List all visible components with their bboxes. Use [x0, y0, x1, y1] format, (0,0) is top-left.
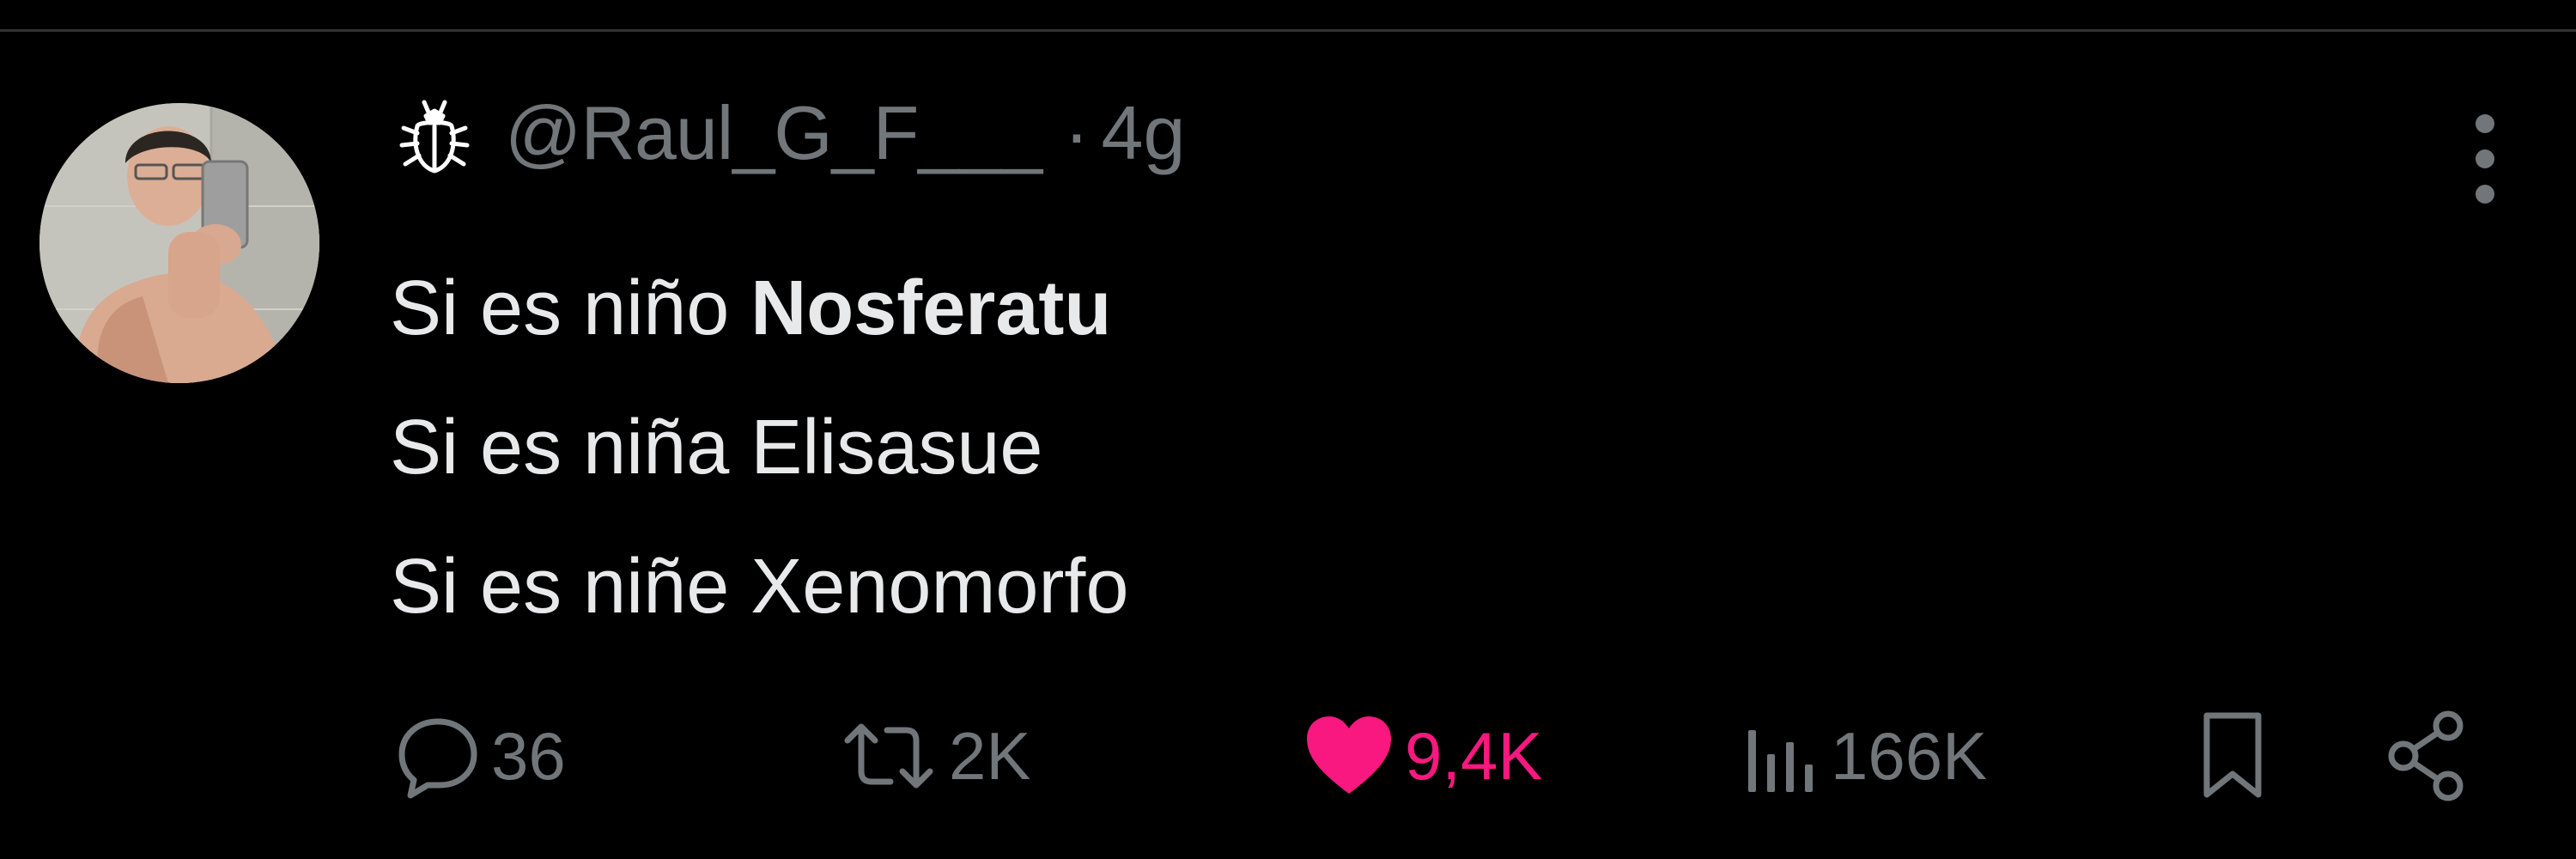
views-count: 166K [1831, 717, 1988, 794]
tweet-timestamp[interactable]: 4g [1102, 89, 1186, 177]
retweet-icon [844, 723, 933, 789]
heart-icon [1307, 716, 1391, 794]
header-separator: · [1064, 90, 1090, 175]
beetle-icon [392, 90, 477, 176]
views-button[interactable]: 166K [1743, 704, 1987, 807]
avatar[interactable] [39, 103, 319, 383]
tweet-line-2: Si es niña Elisasue [390, 378, 2365, 517]
reply-icon [398, 718, 477, 799]
bookmark-button[interactable] [2198, 704, 2267, 807]
retweet-button[interactable]: 2K [837, 704, 1030, 807]
share-button[interactable] [2383, 704, 2472, 807]
tweet-actions: 36 2K 9,4K 166K [0, 704, 2576, 807]
tweet-line-2-text: Si es niña Elisasue [390, 405, 1043, 490]
tweet-line-3-text: Si es niñe Xenomorfo [390, 544, 1129, 630]
bookmark-icon [2203, 712, 2262, 798]
tweet-line-1: Si es niño Nosferatu [390, 239, 2365, 378]
reply-count: 36 [491, 717, 566, 794]
tweet-line-1-bold: Nosferatu [750, 265, 1112, 351]
tweet-header: @Raul_G_F___ · 4g [392, 86, 1185, 180]
tweet-line-3: Si es niñe Xenomorfo [390, 517, 2365, 656]
tweet-line-1-text: Si es niño [390, 265, 751, 351]
user-handle[interactable]: @Raul_G_F___ [505, 89, 1042, 177]
share-icon [2388, 710, 2464, 801]
views-icon [1748, 730, 1813, 792]
more-options-button[interactable] [2463, 112, 2507, 206]
more-vertical-icon [2476, 114, 2494, 204]
top-divider [0, 29, 2576, 32]
retweet-count: 2K [949, 717, 1031, 794]
like-count: 9,4K [1405, 717, 1543, 794]
reply-button[interactable]: 36 [393, 704, 566, 807]
like-button[interactable]: 9,4K [1302, 704, 1542, 807]
tweet-text: Si es niño Nosferatu Si es niña Elisasue… [390, 239, 2365, 656]
